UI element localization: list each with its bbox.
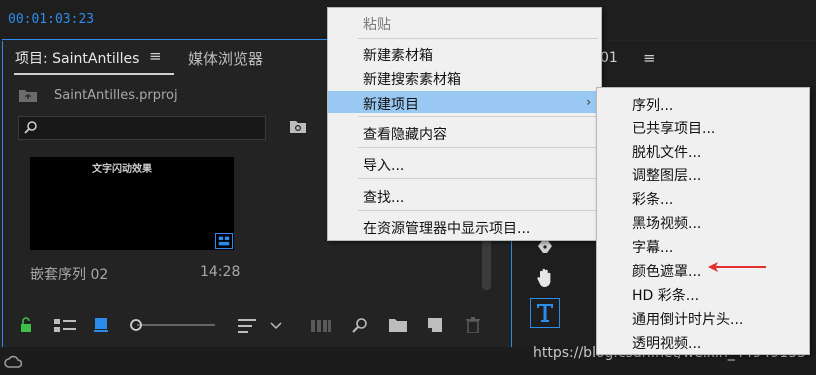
tool-column [528, 230, 562, 340]
zoom-slider[interactable] [129, 318, 217, 332]
new-item-icon[interactable] [428, 318, 442, 332]
new-item-submenu: 序列... 已共享项目... 脱机文件... 调整图层... 彩条... 黑场视… [596, 87, 810, 355]
menu-item-new-item[interactable]: 新建项目 › [328, 91, 601, 113]
menu-item-import[interactable]: 导入... [328, 152, 601, 174]
submenu-item-bars-and-tone[interactable]: 彩条... [597, 186, 809, 208]
hand-icon[interactable] [536, 268, 554, 288]
list-view-icon[interactable] [54, 319, 76, 333]
tab-project[interactable]: 项目: SaintAntilles [15, 48, 139, 68]
submenu-item-transparent-video[interactable]: 透明视频... [597, 330, 809, 352]
menu-item-find[interactable]: 查找... [328, 184, 601, 206]
menu-item-new-search-bin[interactable]: 新建搜索素材箱 [328, 66, 601, 88]
menu-item-view-hidden[interactable]: 查看隐藏内容 [328, 121, 601, 143]
tab-media-browser[interactable]: 媒体浏览器 [188, 48, 263, 69]
submenu-arrow-icon: › [586, 95, 591, 109]
submenu-item-caption[interactable]: 字幕... [597, 234, 809, 256]
trash-icon[interactable] [466, 317, 480, 333]
creative-cloud-icon[interactable] [4, 353, 22, 369]
submenu-item-color-matte[interactable]: 颜色遮罩... [597, 258, 809, 280]
chevron-down-icon[interactable] [270, 322, 282, 330]
timecode-display[interactable]: 00:01:03:23 [8, 12, 94, 27]
thumbnail-title-text: 文字闪动效果 [92, 164, 152, 175]
annotation-arrow-icon [708, 262, 766, 272]
submenu-item-hd-bars[interactable]: HD 彩条... [597, 282, 809, 304]
menu-item-new-bin[interactable]: 新建素材箱 [328, 42, 601, 64]
search-icon [24, 121, 37, 134]
lock-icon[interactable] [20, 317, 32, 333]
type-tool-icon [537, 304, 553, 322]
panel-menu-icon[interactable]: ≡ [643, 49, 656, 67]
automate-icon[interactable] [311, 320, 331, 332]
clip-duration: 14:28 [200, 264, 241, 280]
new-search-bin-icon[interactable] [289, 120, 307, 134]
new-bin-icon[interactable] [389, 318, 407, 332]
clip-name: 嵌套序列 02 [30, 267, 109, 283]
submenu-item-offline-file[interactable]: 脱机文件... [597, 139, 809, 161]
active-tab-underline [14, 73, 174, 75]
sequence-tab-label[interactable]: 01 [600, 50, 618, 66]
menu-separator [358, 147, 598, 148]
submenu-item-shared-project[interactable]: 已共享项目... [597, 115, 809, 137]
menu-separator [358, 116, 598, 117]
submenu-item-adjustment-layer[interactable]: 调整图层... [597, 162, 809, 184]
sort-icon[interactable] [238, 319, 256, 333]
menu-separator [358, 178, 598, 179]
submenu-item-countdown-leader[interactable]: 通用倒计时片头... [597, 306, 809, 328]
search-input[interactable] [18, 116, 266, 140]
submenu-item-sequence[interactable]: 序列... [597, 92, 809, 114]
project-file-icon [19, 90, 37, 102]
panel-menu-icon[interactable]: ≡ [149, 47, 162, 65]
find-icon[interactable] [352, 317, 368, 333]
menu-separator [358, 210, 598, 211]
submenu-item-black-video[interactable]: 黑场视频... [597, 210, 809, 232]
project-bottom-toolbar [2, 312, 510, 340]
project-file-name: SaintAntilles.prproj [54, 88, 178, 103]
menu-separator [358, 38, 598, 39]
menu-item-paste[interactable]: 粘贴 [328, 11, 601, 33]
nested-sequence-badge-icon [215, 233, 233, 249]
type-tool-button[interactable] [530, 298, 560, 328]
icon-view-icon[interactable] [94, 318, 108, 332]
menu-item-reveal-in-explorer[interactable]: 在资源管理器中显示项目... [328, 215, 601, 237]
context-menu: 粘贴 新建素材箱 新建搜索素材箱 新建项目 › 查看隐藏内容 导入... 查找..… [327, 7, 602, 241]
